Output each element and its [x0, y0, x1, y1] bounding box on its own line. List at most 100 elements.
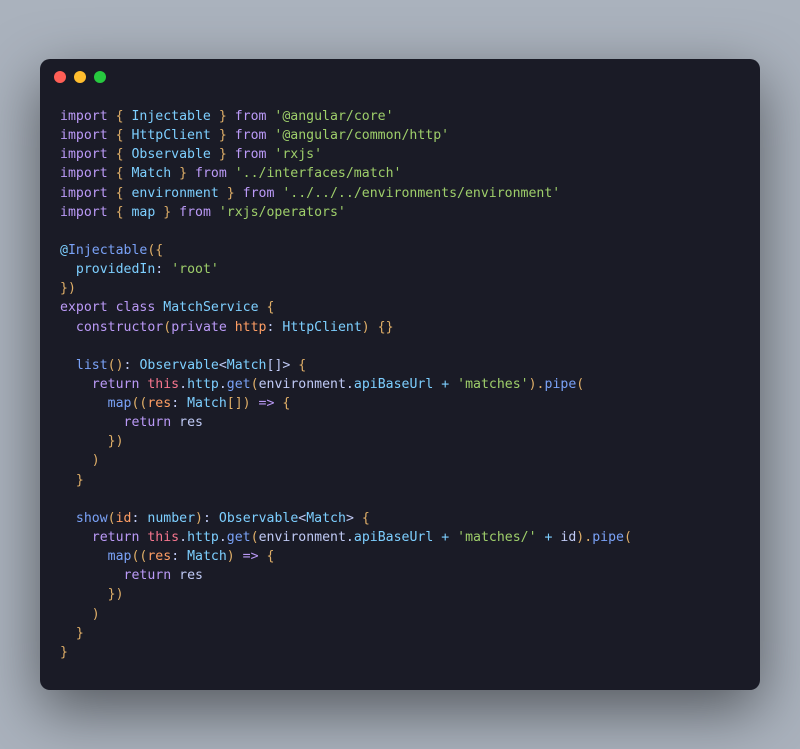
space: [227, 166, 235, 181]
method: list: [76, 358, 108, 373]
method: map: [108, 396, 132, 411]
string: '../interfaces/match': [235, 166, 402, 181]
method: show: [76, 511, 108, 526]
brace: }: [76, 626, 84, 641]
brace: }: [60, 645, 68, 660]
brace: }: [76, 473, 84, 488]
brace: ({: [147, 243, 163, 258]
space: [354, 511, 362, 526]
at-sign: @: [60, 243, 68, 258]
paren: (: [624, 530, 632, 545]
minimize-icon[interactable]: [74, 71, 86, 83]
indent: [60, 549, 108, 564]
dot: .: [346, 530, 354, 545]
colon: :: [171, 549, 187, 564]
string: 'root': [171, 262, 219, 277]
space: [108, 300, 116, 315]
space: [171, 568, 179, 583]
type: Match: [306, 511, 346, 526]
keyword: export: [60, 300, 108, 315]
brace: {: [362, 511, 370, 526]
indent: [60, 587, 108, 602]
method: pipe: [592, 530, 624, 545]
keyword: private: [171, 320, 227, 335]
angle: <: [219, 358, 227, 373]
brace: {: [282, 396, 290, 411]
keyword: from: [235, 147, 267, 162]
keyword: import: [60, 186, 108, 201]
brace: }: [155, 205, 179, 220]
code-content: import { Injectable } from '@angular/cor…: [40, 95, 760, 690]
brace: }: [171, 166, 195, 181]
operator: +: [441, 377, 449, 392]
property: http: [187, 377, 219, 392]
colon: :: [203, 511, 219, 526]
keyword: from: [235, 109, 267, 124]
type: Match: [227, 358, 267, 373]
property: http: [187, 530, 219, 545]
arrow: =>: [259, 396, 275, 411]
space: [537, 530, 545, 545]
brace: }: [211, 109, 235, 124]
type: Match: [187, 396, 227, 411]
bracket: []): [227, 396, 259, 411]
ident: environment: [259, 530, 346, 545]
operator: +: [441, 530, 449, 545]
keyword: import: [60, 147, 108, 162]
property: providedIn: [76, 262, 155, 277]
string: 'matches/': [457, 530, 536, 545]
brace: {: [298, 358, 306, 373]
string: 'rxjs/operators': [219, 205, 346, 220]
property: apiBaseUrl: [354, 377, 433, 392]
string: '@angular/core': [274, 109, 393, 124]
paren: (: [163, 320, 171, 335]
bracket: []>: [267, 358, 291, 373]
paren: ).: [529, 377, 545, 392]
space: [449, 530, 457, 545]
method: pipe: [545, 377, 577, 392]
brace: {: [108, 128, 132, 143]
dot: .: [179, 530, 187, 545]
ident: res: [179, 415, 203, 430]
decorator: Injectable: [68, 243, 147, 258]
param: res: [147, 549, 171, 564]
paren: (): [108, 358, 124, 373]
brace: {: [267, 549, 275, 564]
string: '../../../environments/environment': [282, 186, 560, 201]
space: [259, 549, 267, 564]
brace: {: [266, 300, 274, 315]
brace: ) {}: [362, 320, 394, 335]
class-name: MatchService: [163, 300, 258, 315]
colon: :: [124, 358, 140, 373]
space: [227, 320, 235, 335]
brace: {: [108, 147, 132, 162]
param: http: [235, 320, 267, 335]
keyword: from: [179, 205, 211, 220]
code-window: import { Injectable } from '@angular/cor…: [40, 59, 760, 690]
indent: [60, 396, 108, 411]
indent: [60, 262, 76, 277]
colon: :: [132, 511, 148, 526]
ident: res: [179, 568, 203, 583]
string: 'matches': [457, 377, 528, 392]
symbol: HttpClient: [131, 128, 210, 143]
close-icon[interactable]: [54, 71, 66, 83]
symbol: Injectable: [131, 109, 210, 124]
indent: [60, 626, 76, 641]
brace: }: [211, 147, 235, 162]
paren: (: [251, 530, 259, 545]
paren: (: [576, 377, 584, 392]
angle: >: [346, 511, 354, 526]
symbol: map: [131, 205, 155, 220]
indent: [60, 530, 92, 545]
brace: }): [60, 281, 76, 296]
maximize-icon[interactable]: [94, 71, 106, 83]
ident: environment: [259, 377, 346, 392]
keyword: return: [124, 415, 172, 430]
keyword: class: [116, 300, 156, 315]
space: [449, 377, 457, 392]
keyword: return: [92, 377, 140, 392]
dot: .: [219, 530, 227, 545]
space: [171, 415, 179, 430]
colon: :: [171, 396, 187, 411]
